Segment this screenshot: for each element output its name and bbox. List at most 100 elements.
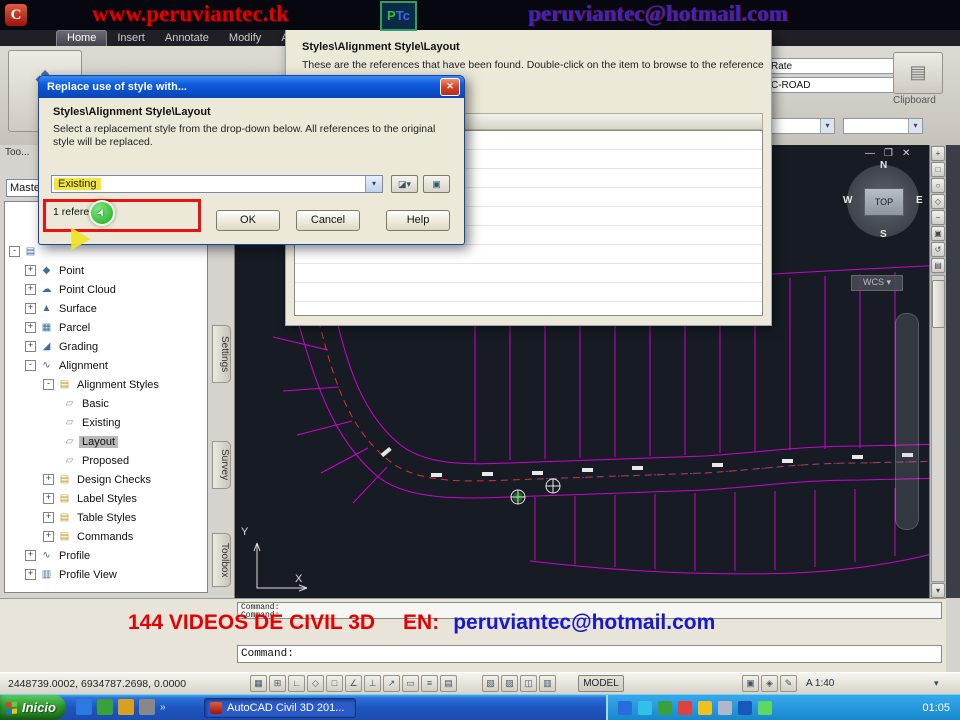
window-close-button[interactable]: ✕: [902, 148, 910, 159]
style-options-button[interactable]: ◪▾: [391, 175, 418, 193]
tray-icon[interactable]: [698, 700, 712, 715]
viewcube-north[interactable]: N: [880, 160, 887, 171]
tree-expand-toggle[interactable]: -: [25, 360, 36, 371]
quick-launch-icon[interactable]: [118, 699, 134, 715]
viewcube-east[interactable]: E: [916, 195, 923, 206]
tree-item[interactable]: ▱ Existing: [5, 413, 207, 432]
show-desktop-icon[interactable]: [97, 699, 113, 715]
navigation-bar[interactable]: [895, 313, 919, 530]
tree-item[interactable]: ▱ Basic: [5, 394, 207, 413]
status-layout-button[interactable]: ▥: [539, 675, 556, 692]
tree-item-selected[interactable]: ▱ Layout: [5, 432, 207, 451]
tree-expand-toggle[interactable]: +: [25, 569, 36, 580]
quick-launch-icon[interactable]: [139, 699, 155, 715]
tree-expand-toggle[interactable]: +: [25, 265, 36, 276]
style-detail-button[interactable]: ▣: [423, 175, 450, 193]
autocad-app-icon[interactable]: C: [5, 4, 27, 26]
start-button[interactable]: Inicio: [0, 695, 66, 720]
tree-item[interactable]: + ▤ Commands: [5, 527, 207, 546]
tray-icon[interactable]: [718, 700, 732, 715]
status-tool-button[interactable]: ▣: [742, 675, 759, 692]
status-layout-button[interactable]: ◫: [520, 675, 537, 692]
viewcube[interactable]: N S W E TOP: [843, 160, 923, 241]
status-tool-button[interactable]: ◈: [761, 675, 778, 692]
model-space-button[interactable]: MODEL: [578, 675, 624, 692]
tray-icon[interactable]: [658, 700, 672, 715]
tree-item[interactable]: + ▦ Parcel: [5, 318, 207, 337]
tree-item[interactable]: - ∿ Alignment: [5, 356, 207, 375]
tree-item[interactable]: + ▥ Profile View: [5, 565, 207, 584]
vertical-scrollbar[interactable]: [931, 275, 945, 582]
viewcube-top-face[interactable]: TOP: [864, 188, 904, 216]
tree-expand-toggle[interactable]: +: [43, 531, 54, 542]
tree-expand-toggle[interactable]: +: [43, 512, 54, 523]
tray-icon[interactable]: [738, 700, 752, 715]
status-toggle-lwt[interactable]: ▭: [402, 675, 419, 692]
status-tool-button[interactable]: ✎: [780, 675, 797, 692]
tree-item[interactable]: ▱ Proposed: [5, 451, 207, 470]
tree-item[interactable]: + ◆ Point: [5, 261, 207, 280]
tree-expand-toggle[interactable]: +: [43, 493, 54, 504]
scroll-down-button[interactable]: ▾: [931, 583, 945, 598]
tray-icon[interactable]: [758, 700, 772, 715]
help-button[interactable]: Help: [386, 210, 450, 231]
tree-expand-toggle[interactable]: +: [43, 474, 54, 485]
window-restore-button[interactable]: ❐: [884, 148, 893, 159]
tab-survey[interactable]: Survey: [212, 441, 231, 489]
paste-button[interactable]: ▤: [893, 52, 943, 94]
tree-expand-toggle[interactable]: -: [43, 379, 54, 390]
status-toggle-otrack[interactable]: ∠: [345, 675, 362, 692]
tab-insert[interactable]: Insert: [107, 31, 155, 46]
tab-annotate[interactable]: Annotate: [155, 31, 219, 46]
status-toggle-ortho[interactable]: ∟: [288, 675, 305, 692]
tree-expand-toggle[interactable]: +: [25, 284, 36, 295]
command-input[interactable]: Command:: [237, 645, 942, 663]
annotation-scale[interactable]: A 1:40: [806, 678, 834, 689]
nav-tool-button[interactable]: ▤: [931, 258, 945, 273]
ribbon-combo[interactable]: ▾: [843, 118, 923, 134]
tree-item[interactable]: + ▲ Surface: [5, 299, 207, 318]
tab-settings[interactable]: Settings: [212, 325, 231, 383]
window-minimize-button[interactable]: —: [865, 148, 875, 159]
status-toggle-osnap[interactable]: □: [326, 675, 343, 692]
taskbar-task-autocad[interactable]: AutoCAD Civil 3D 201...: [204, 698, 356, 718]
internet-explorer-icon[interactable]: [76, 699, 92, 715]
status-layout-button[interactable]: ▨: [501, 675, 518, 692]
tray-icon[interactable]: [618, 700, 632, 715]
status-layout-button[interactable]: ▧: [482, 675, 499, 692]
close-icon[interactable]: ✕: [440, 78, 460, 96]
viewcube-south[interactable]: S: [880, 229, 887, 240]
nav-tool-button[interactable]: ○: [931, 178, 945, 193]
tree-item[interactable]: - ▤ Alignment Styles: [5, 375, 207, 394]
nav-tool-button[interactable]: +: [931, 146, 945, 161]
nav-tool-button[interactable]: □: [931, 162, 945, 177]
nav-tool-button[interactable]: ↺: [931, 242, 945, 257]
status-toggle-grid[interactable]: ⊞: [269, 675, 286, 692]
tree-item[interactable]: + ∿ Profile: [5, 546, 207, 565]
cancel-button[interactable]: Cancel: [296, 210, 360, 231]
dialog-titlebar[interactable]: Replace use of style with... ✕: [39, 76, 464, 98]
status-toggle-sc[interactable]: ▤: [440, 675, 457, 692]
tab-modify[interactable]: Modify: [219, 31, 271, 46]
wcs-menu[interactable]: WCS ▾: [851, 275, 903, 291]
tab-home[interactable]: Home: [56, 30, 108, 46]
tree-item[interactable]: + ▤ Design Checks: [5, 470, 207, 489]
tree-expand-toggle[interactable]: +: [25, 303, 36, 314]
status-toggle-polar[interactable]: ◇: [307, 675, 324, 692]
tree-item[interactable]: + ☁ Point Cloud: [5, 280, 207, 299]
nav-tool-button[interactable]: −: [931, 210, 945, 225]
nav-tool-button[interactable]: ◇: [931, 194, 945, 209]
tree-expand-toggle[interactable]: +: [25, 322, 36, 333]
tree-item[interactable]: + ▤ Table Styles: [5, 508, 207, 527]
status-toggle-snap[interactable]: ▦: [250, 675, 267, 692]
tray-icon[interactable]: [638, 700, 652, 715]
replacement-style-combo[interactable]: Existing ▾: [51, 175, 383, 193]
tree-expand-toggle[interactable]: -: [9, 246, 20, 257]
nav-tool-button[interactable]: ▣: [931, 226, 945, 241]
quick-launch-chevron[interactable]: »: [160, 702, 166, 713]
viewcube-west[interactable]: W: [843, 195, 852, 206]
status-menu-caret[interactable]: ▾: [934, 678, 939, 689]
tree-item[interactable]: + ◢ Grading: [5, 337, 207, 356]
tray-icon[interactable]: [678, 700, 692, 715]
ok-button[interactable]: OK: [216, 210, 280, 231]
